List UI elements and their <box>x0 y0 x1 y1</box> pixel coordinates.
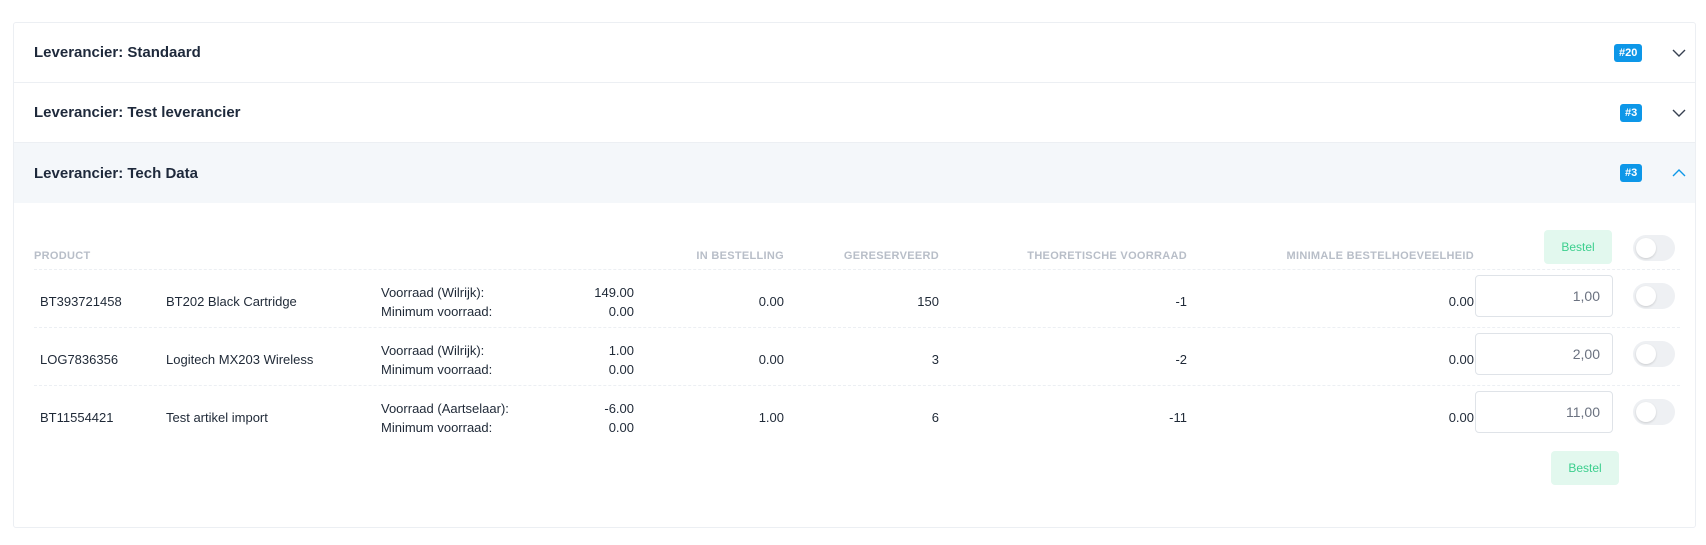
reserved-value: 6 <box>931 410 939 425</box>
product-name: Test artikel import <box>166 410 268 425</box>
reserved-value: 3 <box>931 352 939 367</box>
col-header-theoretical-stock: THEORETISCHE VOORRAAD <box>1027 250 1187 262</box>
accordion-header-test-leverancier[interactable]: Leverancier: Test leverancier #3 <box>14 83 1695 143</box>
in-order-value: 0.00 <box>758 352 784 367</box>
row-select-toggle[interactable] <box>1633 341 1675 367</box>
theoretical-value: -2 <box>1175 352 1187 367</box>
chevron-down-icon[interactable] <box>1672 46 1686 60</box>
col-header-in-order: IN BESTELLING <box>696 250 784 262</box>
in-order-value: 0.00 <box>758 294 784 309</box>
col-header-min-order-qty: MINIMALE BESTELHOEVEELHEID <box>1286 250 1474 262</box>
min-stock-label: Minimum voorraad: <box>381 420 493 435</box>
stock-label: Voorraad (Wilrijk): <box>381 285 485 300</box>
reserved-value: 150 <box>917 294 939 309</box>
product-code: BT11554421 <box>40 410 114 425</box>
row-select-toggle[interactable] <box>1633 399 1675 425</box>
order-quantity-input[interactable] <box>1475 275 1613 317</box>
chevron-down-icon[interactable] <box>1672 106 1686 120</box>
accordion-header-standaard[interactable]: Leverancier: Standaard #20 <box>14 23 1695 83</box>
product-code: BT393721458 <box>40 294 122 309</box>
select-all-toggle[interactable] <box>1633 235 1675 261</box>
row-divider <box>34 385 1680 386</box>
theoretical-value: -11 <box>1169 410 1187 425</box>
col-header-product: PRODUCT <box>34 250 91 262</box>
stock-value: 1.00 <box>608 343 634 358</box>
stock-value: -6.00 <box>604 401 634 416</box>
stock-value: 149.00 <box>594 285 634 300</box>
product-name: BT202 Black Cartridge <box>166 294 297 309</box>
product-code: LOG7836356 <box>40 352 119 367</box>
stock-label: Voorraad (Aartselaar): <box>381 401 509 416</box>
min-stock-value: 0.00 <box>608 420 634 435</box>
accordion-body-tech-data: PRODUCT IN BESTELLING GERESERVEERD THEOR… <box>14 203 1695 523</box>
accordion-title: Leverancier: Test leverancier <box>34 104 241 121</box>
theoretical-value: -1 <box>1175 294 1187 309</box>
order-quantity-input[interactable] <box>1475 333 1613 375</box>
row-divider <box>34 327 1680 328</box>
bestel-button-bottom[interactable]: Bestel <box>1551 451 1619 485</box>
row-divider <box>34 269 1680 270</box>
order-quantity-input[interactable] <box>1475 391 1613 433</box>
toggle-knob <box>1636 238 1656 258</box>
min-order-qty-value: 0.00 <box>1448 352 1474 367</box>
toggle-knob <box>1636 344 1656 364</box>
min-order-qty-value: 0.00 <box>1448 410 1474 425</box>
min-stock-label: Minimum voorraad: <box>381 362 493 377</box>
min-order-qty-value: 0.00 <box>1448 294 1474 309</box>
accordion-title: Leverancier: Tech Data <box>34 164 198 182</box>
toggle-knob <box>1636 402 1656 422</box>
product-name: Logitech MX203 Wireless <box>166 352 314 367</box>
min-stock-label: Minimum voorraad: <box>381 304 493 319</box>
toggle-knob <box>1636 286 1656 306</box>
count-badge: #20 <box>1614 44 1643 62</box>
stock-label: Voorraad (Wilrijk): <box>381 343 485 358</box>
count-badge: #3 <box>1620 104 1643 122</box>
count-badge: #3 <box>1620 164 1643 182</box>
supplier-accordion: Leverancier: Standaard #20 Leverancier: … <box>13 22 1696 528</box>
accordion-header-tech-data[interactable]: Leverancier: Tech Data #3 <box>14 143 1695 203</box>
col-header-reserved: GERESERVEERD <box>843 250 939 262</box>
min-stock-value: 0.00 <box>608 304 634 319</box>
chevron-up-icon[interactable] <box>1672 166 1686 180</box>
bestel-button-top[interactable]: Bestel <box>1544 230 1612 264</box>
accordion-title: Leverancier: Standaard <box>34 44 201 61</box>
min-stock-value: 0.00 <box>608 362 634 377</box>
in-order-value: 1.00 <box>758 410 784 425</box>
row-select-toggle[interactable] <box>1633 283 1675 309</box>
